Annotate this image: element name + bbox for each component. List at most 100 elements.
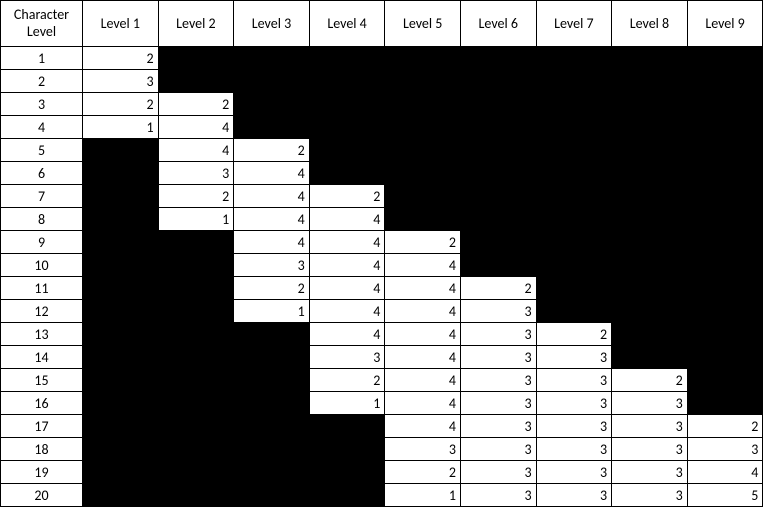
cell-value: 3 (460, 415, 536, 438)
cell-empty (309, 162, 385, 185)
cell-empty (460, 254, 536, 277)
header-level-8: Level 8 (612, 1, 688, 47)
table-row: 134432 (1, 323, 763, 346)
cell-empty (309, 93, 385, 116)
cell-empty (309, 116, 385, 139)
header-level-7: Level 7 (536, 1, 612, 47)
cell-value: 3 (536, 461, 612, 484)
cell-empty (309, 47, 385, 70)
cell-empty (687, 70, 763, 93)
cell-empty (687, 369, 763, 392)
row-character-level: 15 (1, 369, 83, 392)
cell-empty (158, 70, 234, 93)
cell-empty (158, 323, 234, 346)
row-character-level: 14 (1, 346, 83, 369)
cell-value: 4 (385, 369, 461, 392)
cell-empty (385, 208, 461, 231)
cell-empty (687, 323, 763, 346)
table-header: Character Level Level 1 Level 2 Level 3 … (1, 1, 763, 47)
cell-value: 4 (385, 300, 461, 323)
cell-empty (309, 438, 385, 461)
header-level-9: Level 9 (687, 1, 763, 47)
cell-empty (612, 254, 688, 277)
cell-value: 1 (83, 116, 159, 139)
cell-value: 3 (536, 438, 612, 461)
cell-value: 3 (536, 484, 612, 507)
table-row: 7242 (1, 185, 763, 208)
table-row: 1833333 (1, 438, 763, 461)
table-row: 12 (1, 47, 763, 70)
row-character-level: 4 (1, 116, 83, 139)
row-character-level: 12 (1, 300, 83, 323)
cell-empty (309, 415, 385, 438)
cell-value: 4 (309, 254, 385, 277)
cell-value: 3 (309, 346, 385, 369)
table-row: 2013335 (1, 484, 763, 507)
cell-empty (536, 185, 612, 208)
table-row: 8144 (1, 208, 763, 231)
spell-slots-table: Character Level Level 1 Level 2 Level 3 … (0, 0, 763, 507)
cell-empty (83, 231, 159, 254)
cell-empty (460, 162, 536, 185)
cell-empty (612, 346, 688, 369)
row-character-level: 5 (1, 139, 83, 162)
table-row: 634 (1, 162, 763, 185)
row-character-level: 2 (1, 70, 83, 93)
cell-value: 4 (158, 139, 234, 162)
cell-empty (536, 116, 612, 139)
cell-empty (234, 392, 310, 415)
cell-value: 3 (612, 461, 688, 484)
cell-value: 2 (612, 369, 688, 392)
cell-empty (687, 231, 763, 254)
cell-empty (309, 461, 385, 484)
cell-value: 4 (309, 300, 385, 323)
cell-empty (158, 231, 234, 254)
cell-empty (385, 116, 461, 139)
cell-empty (460, 231, 536, 254)
cell-value: 3 (460, 392, 536, 415)
cell-empty (536, 47, 612, 70)
header-level-1: Level 1 (83, 1, 159, 47)
row-character-level: 1 (1, 47, 83, 70)
table-row: 143433 (1, 346, 763, 369)
cell-empty (687, 208, 763, 231)
cell-empty (460, 139, 536, 162)
cell-value: 2 (460, 277, 536, 300)
table-row: 121443 (1, 300, 763, 323)
cell-value: 2 (158, 185, 234, 208)
header-character-level-label: Character Level (14, 6, 69, 40)
cell-value: 2 (234, 277, 310, 300)
cell-value: 3 (687, 438, 763, 461)
cell-empty (234, 70, 310, 93)
cell-value: 2 (536, 323, 612, 346)
cell-value: 3 (83, 70, 159, 93)
cell-value: 3 (612, 392, 688, 415)
cell-value: 3 (460, 369, 536, 392)
table-body: 1223322414542634724281449442103441124421… (1, 47, 763, 507)
cell-empty (536, 208, 612, 231)
cell-empty (309, 139, 385, 162)
cell-empty (309, 484, 385, 507)
cell-empty (234, 93, 310, 116)
cell-empty (234, 438, 310, 461)
table-row: 1923334 (1, 461, 763, 484)
table-row: 414 (1, 116, 763, 139)
cell-value: 4 (234, 231, 310, 254)
cell-value: 4 (385, 323, 461, 346)
cell-value: 2 (83, 47, 159, 70)
cell-empty (687, 185, 763, 208)
row-character-level: 10 (1, 254, 83, 277)
cell-value: 4 (234, 162, 310, 185)
cell-value: 1 (234, 300, 310, 323)
cell-value: 3 (536, 415, 612, 438)
cell-empty (385, 139, 461, 162)
cell-empty (612, 231, 688, 254)
cell-empty (687, 93, 763, 116)
cell-empty (536, 93, 612, 116)
cell-empty (234, 323, 310, 346)
table-row: 542 (1, 139, 763, 162)
cell-value: 2 (309, 185, 385, 208)
cell-empty (83, 461, 159, 484)
cell-empty (536, 300, 612, 323)
cell-empty (158, 346, 234, 369)
